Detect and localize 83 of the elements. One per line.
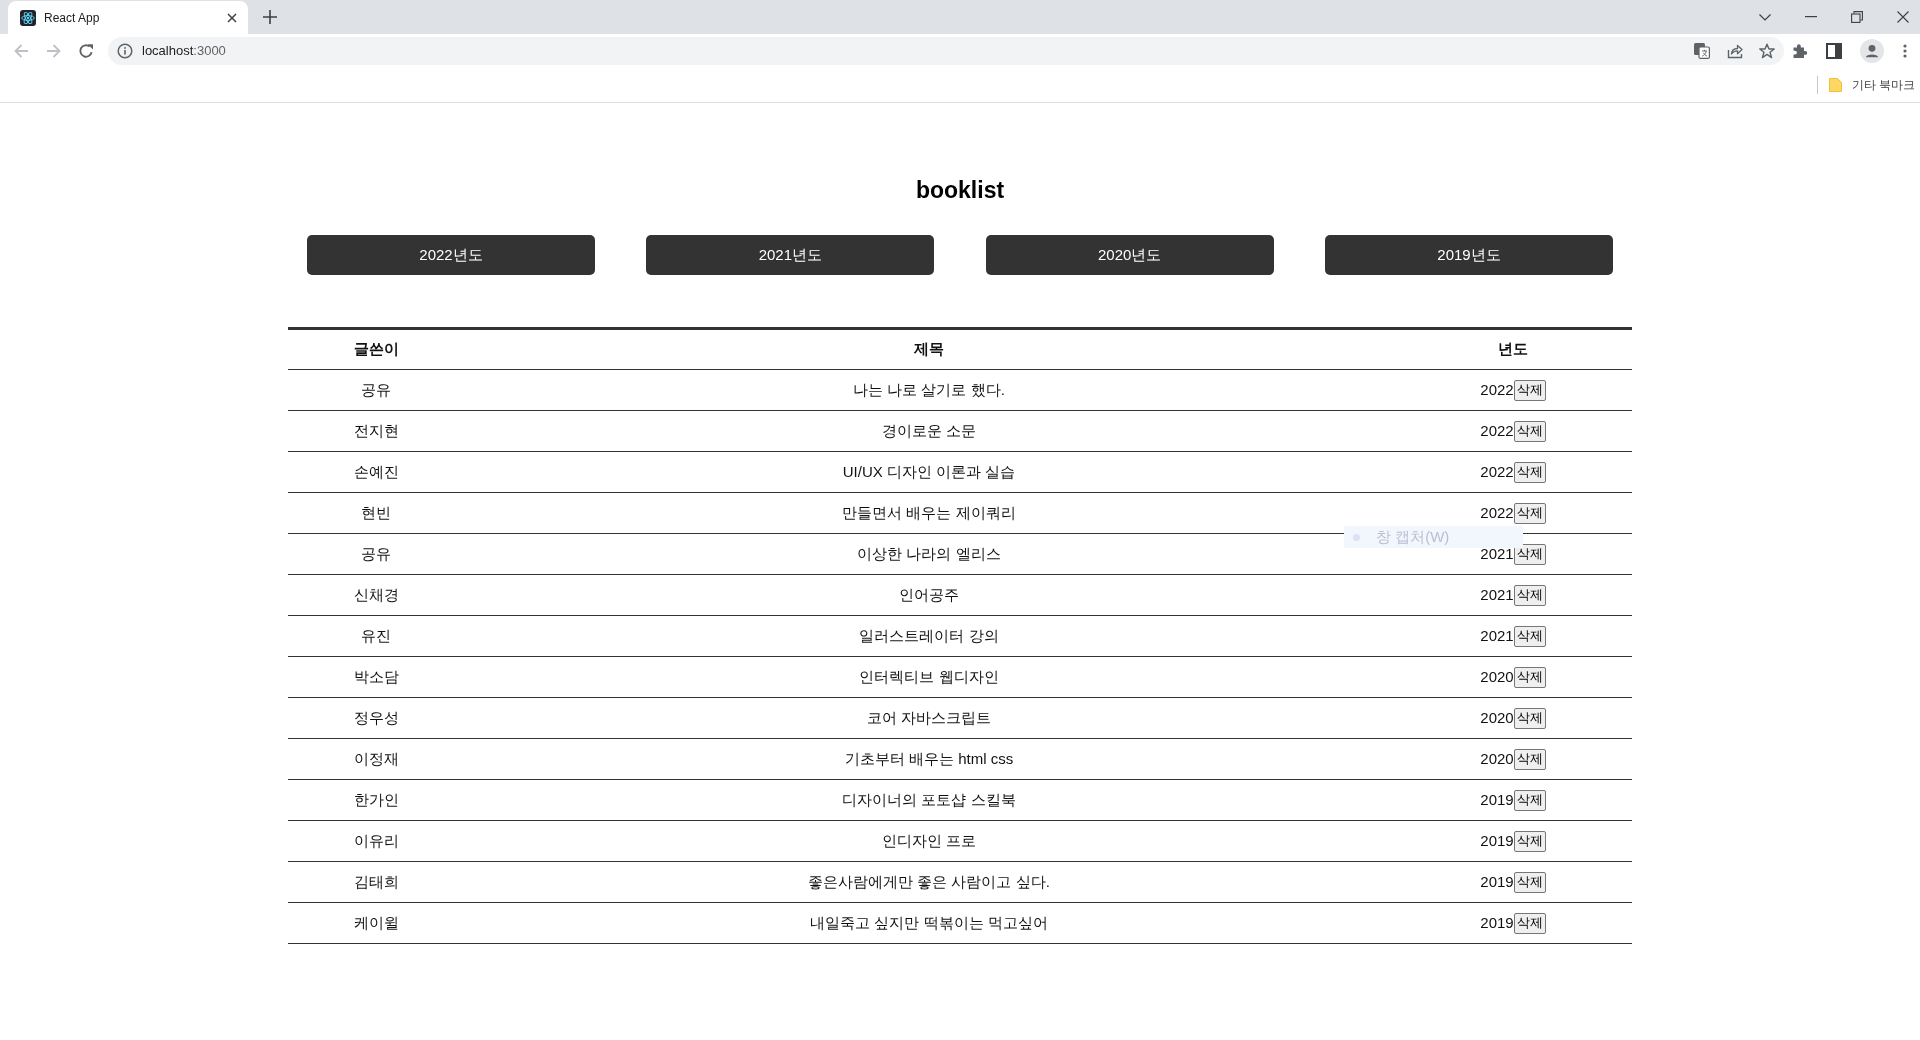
title-cell-text: 디자이너의 포토샵 스킬북 <box>842 789 1016 810</box>
delete-button[interactable]: 삭제 <box>1513 543 1546 565</box>
chevron-down-icon[interactable] <box>1759 13 1771 21</box>
title-cell-text: 경이로운 소문 <box>881 420 977 441</box>
page-title: booklist <box>915 176 1005 204</box>
author-cell-text: 케이윌 <box>353 912 399 933</box>
delete-button[interactable]: 삭제 <box>1513 707 1546 729</box>
restore-icon[interactable] <box>1851 11 1863 23</box>
delete-button[interactable]: 삭제 <box>1513 461 1546 483</box>
delete-button[interactable]: 삭제 <box>1513 625 1546 647</box>
year-cell-text: 2020 <box>1480 748 1514 769</box>
author-cell-text: 손예진 <box>353 461 399 482</box>
column-header: 제목 <box>914 339 944 360</box>
year-cell-text: 2022 <box>1480 379 1514 400</box>
author-cell-text: 이유리 <box>353 830 399 851</box>
title-cell-text: 내일죽고 싶지만 떡볶이는 먹고싶어 <box>810 912 1048 933</box>
minimize-icon[interactable] <box>1805 16 1817 18</box>
title-cell-text: 기초부터 배우는 html css <box>844 748 1014 769</box>
author-cell-text: 공유 <box>361 379 391 400</box>
author-cell-text: 현빈 <box>361 502 391 523</box>
bookmark-folder-link[interactable]: 기타 북마크 <box>1851 76 1915 94</box>
author-cell-text: 유진 <box>361 625 391 646</box>
side-panel-icon[interactable] <box>1826 43 1842 59</box>
author-cell-text: 김태희 <box>353 871 399 892</box>
column-header: 글쓴이 <box>353 339 399 360</box>
plus-icon[interactable] <box>263 10 277 24</box>
title-cell-text: 인터렉티브 웹디자인 <box>859 666 999 687</box>
delete-button[interactable]: 삭제 <box>1513 502 1546 524</box>
title-cell-text: 이상한 나라의 엘리스 <box>857 543 1001 564</box>
column-header: 년도 <box>1498 339 1528 360</box>
delete-button[interactable]: 삭제 <box>1513 420 1546 442</box>
year-cell-text: 2022 <box>1480 502 1514 523</box>
title-cell-text: 인어공주 <box>899 584 959 605</box>
author-cell-text: 정우성 <box>353 707 399 728</box>
more-menu-icon[interactable] <box>1903 44 1907 58</box>
author-cell-text: 한가인 <box>353 789 399 810</box>
react-logo-icon <box>20 9 36 26</box>
reload-icon[interactable] <box>78 43 94 59</box>
delete-button[interactable]: 삭제 <box>1513 379 1546 401</box>
puzzle-icon[interactable] <box>1792 43 1808 59</box>
delete-button[interactable]: 삭제 <box>1513 871 1546 893</box>
year-filter-button[interactable]: 2021년도 <box>646 235 935 275</box>
year-cell-text: 2021 <box>1480 625 1514 646</box>
close-icon[interactable] <box>227 12 237 23</box>
close-icon[interactable] <box>1897 11 1909 23</box>
info-icon[interactable] <box>117 43 133 59</box>
year-filter-button[interactable]: 2019년도 <box>1325 235 1613 275</box>
translate-icon[interactable] <box>1694 43 1710 59</box>
delete-button[interactable]: 삭제 <box>1513 912 1546 934</box>
year-cell-text: 2022 <box>1480 420 1514 441</box>
delete-button[interactable]: 삭제 <box>1513 666 1546 688</box>
bullet-icon <box>1353 533 1360 541</box>
author-cell-text: 신채경 <box>353 584 399 605</box>
author-cell-text: 박소담 <box>353 666 399 687</box>
profile-avatar-icon[interactable] <box>1860 39 1884 63</box>
title-cell-text: 일러스트레이터 강의 <box>859 625 999 646</box>
year-cell-text: 2020 <box>1480 666 1514 687</box>
author-cell-text: 전지현 <box>353 420 399 441</box>
address-bar[interactable]: localhost:3000 <box>108 37 1784 65</box>
author-cell-text: 공유 <box>361 543 391 564</box>
year-cell-text: 2019 <box>1480 912 1514 933</box>
year-cell-text: 2019 <box>1480 830 1514 851</box>
title-cell-text: 만들면서 배우는 제이쿼리 <box>842 502 1016 523</box>
title-cell-text: 좋은사람에게만 좋은 사람이고 싶다. <box>808 871 1050 892</box>
year-cell-text: 2019 <box>1480 789 1514 810</box>
star-icon[interactable] <box>1759 43 1775 59</box>
year-cell-text: 2022 <box>1480 461 1514 482</box>
delete-button[interactable]: 삭제 <box>1513 748 1546 770</box>
title-cell-text: 인디자인 프로 <box>881 830 977 851</box>
year-cell-text: 2019 <box>1480 871 1514 892</box>
delete-button[interactable]: 삭제 <box>1513 830 1546 852</box>
year-filter-button[interactable]: 2020년도 <box>985 235 1274 275</box>
title-cell-text: 코어 자바스크립트 <box>866 707 992 728</box>
delete-button[interactable]: 삭제 <box>1513 584 1546 606</box>
author-cell-text: 이정재 <box>353 748 399 769</box>
title-cell-text: UI/UX 디자인 이론과 실습 <box>842 461 1016 482</box>
browser-tab[interactable]: React App <box>8 1 248 34</box>
year-cell-text: 2021 <box>1480 584 1514 605</box>
delete-button[interactable]: 삭제 <box>1513 789 1546 811</box>
title-cell-text: 나는 나로 살기로 했다. <box>853 379 1005 400</box>
year-cell-text: 2020 <box>1480 707 1514 728</box>
year-filter-button[interactable]: 2022년도 <box>307 235 595 275</box>
share-icon[interactable] <box>1727 43 1743 59</box>
